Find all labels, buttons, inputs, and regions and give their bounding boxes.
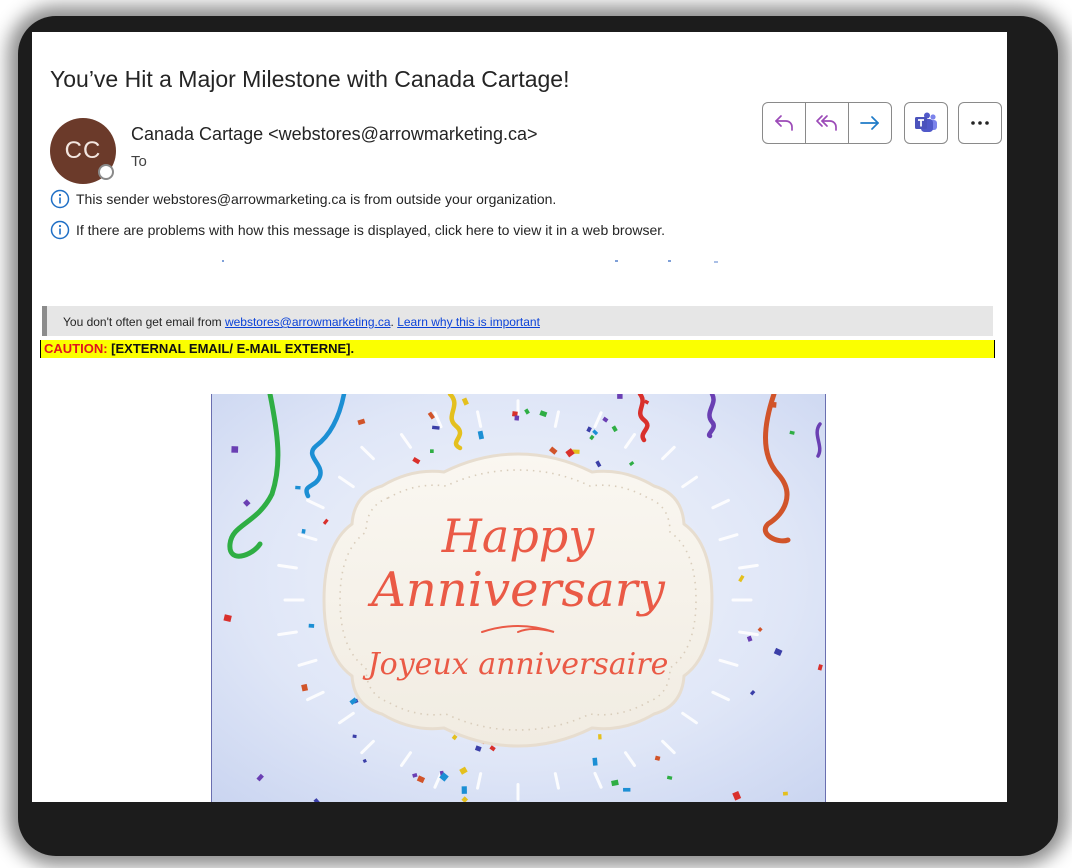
confetti-piece [308,623,315,628]
external-sender-text: This sender webstores@arrowmarketing.ca … [76,191,557,207]
caution-banner: CAUTION: [EXTERNAL EMAIL/ E-MAIL EXTERNE… [40,340,995,358]
teams-icon [915,112,937,132]
caution-label: CAUTION: [44,341,108,356]
forward-icon [860,116,879,130]
email-reading-pane: You’ve Hit a Major Milestone with Canada… [32,32,1007,802]
banner-happy-text: Happy [441,509,595,563]
more-actions-button[interactable] [958,102,1002,144]
info-icon [50,220,70,240]
confetti-piece [461,786,467,794]
banner-joyeux-text: Joyeux anniversaire [362,647,669,682]
confetti-piece [514,415,520,421]
display-problem-notice[interactable]: If there are problems with how this mess… [50,220,665,240]
confetti-piece [231,446,239,453]
forward-button[interactable] [849,103,891,143]
confetti-piece [430,449,434,453]
banner-anniversary-text: Anniversary [367,562,666,618]
more-icon [971,121,989,125]
email-subject: You’ve Hit a Major Milestone with Canada… [50,66,570,92]
reply-all-icon [816,115,837,131]
external-sender-notice: This sender webstores@arrowmarketing.ca … [50,189,556,209]
clipped-link-fragments [222,260,718,263]
caution-text: [EXTERNAL EMAIL/ E-MAIL EXTERNE]. [107,341,355,356]
presence-status-icon [98,164,114,180]
first-contact-safety-tip: You don't often get email from webstores… [42,306,993,336]
confetti-piece [617,394,623,399]
confetti-piece [782,791,788,796]
info-icon [50,189,70,209]
sender-name[interactable]: Canada Cartage <webstores@arrowmarketing… [131,124,537,145]
safety-tip-prefix: You don't often get email from [63,315,225,329]
confetti-piece [295,485,301,490]
teams-share-button[interactable] [904,102,948,144]
confetti-piece [592,757,598,766]
reply-button-group [762,102,892,144]
sender-email-link[interactable]: webstores@arrowmarketing.ca [225,315,391,329]
avatar-initials: CC [64,137,102,164]
confetti-piece [623,787,631,792]
confetti-piece [598,734,602,740]
reply-icon [775,115,793,131]
recipient-to-label: To [131,153,147,170]
display-problem-text[interactable]: If there are problems with how this mess… [76,222,665,238]
anniversary-banner-image: Happy Anniversary Joyeux anniversaire [211,394,826,802]
confetti-piece [352,734,357,739]
confetti-piece [301,528,306,534]
reply-button[interactable] [763,103,806,143]
learn-why-link[interactable]: Learn why this is important [397,315,540,329]
reply-all-button[interactable] [806,103,849,143]
